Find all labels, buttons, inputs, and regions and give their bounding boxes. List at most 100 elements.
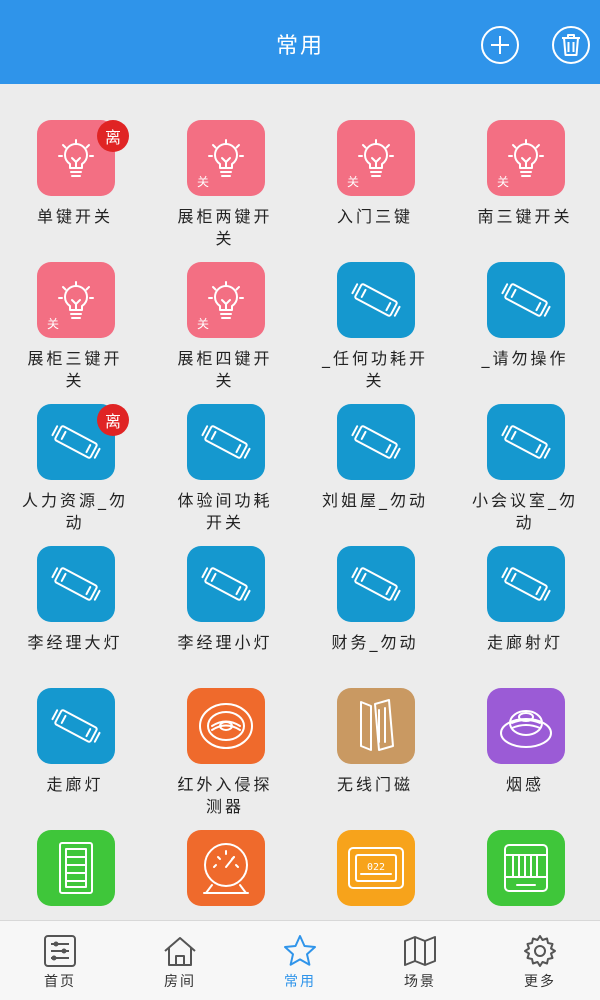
device-label: 李经理大灯 [27,633,123,652]
device-tile[interactable] [187,688,265,764]
device-card[interactable]: 关展柜两键开关 [150,84,300,248]
bulb-icon [56,136,96,180]
device-tile[interactable] [37,830,115,906]
device-tile[interactable] [487,404,565,480]
device-card[interactable]: 烟感 [450,652,600,794]
tab-house[interactable]: 房间 [120,921,240,1000]
device-card[interactable]: 刘姐屋_勿动 [300,368,450,510]
device-tile[interactable] [37,688,115,764]
tube-light-icon [48,418,104,466]
device-tile[interactable] [487,262,565,338]
app-header: 常用 [0,0,600,84]
device-card[interactable]: 财务_勿动 [300,510,450,652]
device-card[interactable]: 体验间功耗开关 [150,368,300,532]
tube-light-icon [198,560,254,608]
device-card[interactable]: 关展柜三键开关 [0,226,150,390]
tube-light-icon [48,702,104,750]
bulb-icon [206,136,246,180]
device-tile[interactable]: 关 [37,262,115,338]
tube-light-icon [48,560,104,608]
device-card[interactable]: 李经理小灯 [150,510,300,652]
gear-icon [522,933,558,969]
device-card[interactable] [450,794,600,920]
bottom-tab-bar: 首页 房间 常用 场景 更多 [0,920,600,1000]
device-card[interactable]: 关南三键开关 [450,84,600,226]
device-label: 南三键开关 [477,207,573,226]
device-card[interactable]: _任何功耗开关 [300,226,450,390]
device-tile[interactable]: 离 [37,120,129,196]
device-card[interactable] [150,794,300,920]
device-card[interactable]: 离单键开关 [0,84,150,226]
offline-badge: 离 [97,120,129,152]
device-tile[interactable] [187,546,265,622]
trash-icon [562,34,580,56]
tab-label: 首页 [44,974,76,990]
tab-gear[interactable]: 更多 [480,921,600,1000]
device-tile[interactable]: 022 [337,830,415,906]
add-button[interactable] [481,26,519,64]
device-tile[interactable]: 离 [37,404,129,480]
sliders-icon [42,933,78,969]
tab-label: 常用 [284,974,316,990]
device-card[interactable]: 李经理大灯 [0,510,150,652]
off-status: 关 [197,175,210,189]
tab-sliders[interactable]: 首页 [0,921,120,1000]
device-card[interactable]: 走廊射灯 [450,510,600,652]
device-tile[interactable] [487,688,565,764]
house-icon [162,933,198,969]
device-card[interactable]: 关展柜四键开关 [150,226,300,390]
device-tile[interactable] [337,546,415,622]
device-label: 走廊射灯 [486,633,563,652]
device-tile[interactable]: 关 [487,120,565,196]
delete-button[interactable] [552,26,590,64]
device-card[interactable]: 无线门磁 [300,652,450,794]
device-tile[interactable]: 关 [187,120,265,196]
device-tile[interactable]: 关 [337,120,415,196]
device-card[interactable] [0,794,150,920]
device-label: 烟感 [505,775,544,794]
offline-badge: 离 [97,404,129,436]
device-grid: 离单键开关 关展柜两键开关 关入门三键 关南三键开关 关展柜三键开关 关展柜四键… [0,84,600,920]
tube-light-icon [198,418,254,466]
off-status: 关 [347,175,360,189]
device-card[interactable]: 红外入侵探测器 [150,652,300,816]
device-tile[interactable] [337,262,415,338]
device-label: 李经理小灯 [177,633,273,652]
device-label: 入门三键 [336,207,413,226]
device-label: 无线门磁 [336,775,413,794]
bulb-icon [506,136,546,180]
device-tile[interactable] [487,830,565,906]
device-card[interactable]: 022 [300,794,450,920]
add-icon [491,36,509,54]
device-panel-icon [54,839,98,897]
device-card[interactable]: 小会议室_勿动 [450,368,600,532]
thermostat-display: 022 [367,862,385,873]
device-label: 单键开关 [36,207,113,226]
device-card[interactable]: 关入门三键 [300,84,450,226]
device-tile[interactable] [187,830,265,906]
bulb-icon [206,278,246,322]
device-card[interactable]: 离人力资源_勿动 [0,368,150,532]
star-icon [282,933,318,969]
tab-map[interactable]: 场景 [360,921,480,1000]
device-tile[interactable] [37,546,115,622]
bulb-icon [356,136,396,180]
bulb-icon [56,278,96,322]
device-tile[interactable]: 关 [187,262,265,338]
device-tile[interactable] [337,688,415,764]
device-tile[interactable] [487,546,565,622]
device-label: _请勿操作 [481,349,569,368]
off-status: 关 [197,317,210,331]
smoke-detector-icon [497,697,555,755]
device-card[interactable]: _请勿操作 [450,226,600,368]
device-label: 刘姐屋_勿动 [322,491,429,510]
device-tile[interactable] [187,404,265,480]
device-card[interactable]: 走廊灯 [0,652,150,794]
tab-label: 房间 [164,974,196,990]
tube-light-icon [348,276,404,324]
door-sensor-icon [351,696,401,756]
device-tile[interactable] [337,404,415,480]
device-label: 财务_勿动 [331,633,419,652]
tab-star[interactable]: 常用 [240,921,360,1000]
tube-light-icon [498,276,554,324]
